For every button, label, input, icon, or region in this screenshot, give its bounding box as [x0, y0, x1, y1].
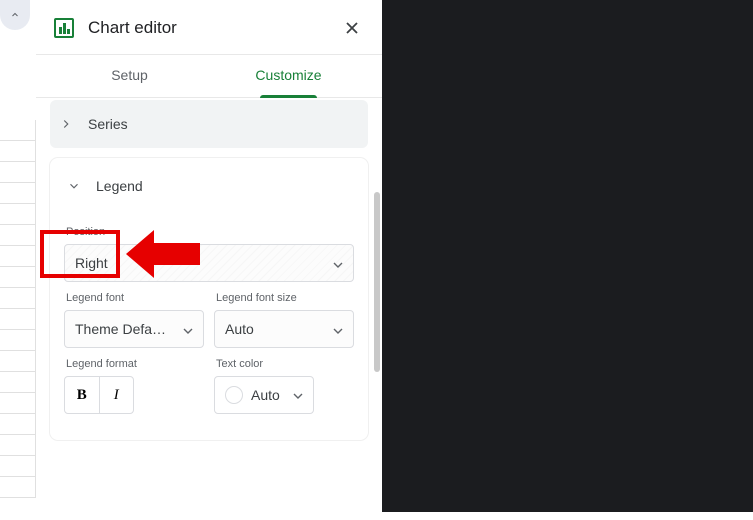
legend-font-dropdown[interactable]: Theme Defaul... [64, 310, 204, 348]
tab-customize[interactable]: Customize [209, 55, 368, 97]
close-button[interactable] [340, 16, 364, 40]
bold-button[interactable]: B [65, 377, 100, 413]
dark-background [382, 0, 753, 512]
chart-icon [54, 18, 74, 38]
format-buttons: B I [64, 376, 134, 414]
panel-title: Chart editor [88, 18, 340, 38]
dropdown-arrow-icon [293, 386, 303, 404]
tab-setup[interactable]: Setup [50, 55, 209, 97]
section-series-title: Series [88, 116, 128, 132]
legend-font-size-value: Auto [225, 321, 254, 337]
dropdown-arrow-icon [333, 321, 343, 337]
text-color-dropdown[interactable]: Auto [214, 376, 314, 414]
legend-font-label: Legend font [66, 292, 204, 304]
position-dropdown[interactable]: Right [64, 244, 354, 282]
dropdown-arrow-icon [333, 255, 343, 271]
legend-font-value: Theme Defaul... [75, 321, 169, 337]
text-color-label: Text color [216, 358, 354, 370]
position-value: Right [75, 255, 108, 271]
italic-button[interactable]: I [100, 377, 134, 413]
spreadsheet-grid-edge [0, 120, 36, 520]
legend-font-size-label: Legend font size [216, 292, 354, 304]
tabs: Setup Customize [36, 55, 382, 98]
section-legend-header[interactable]: Legend [58, 162, 360, 210]
chart-editor-panel: Chart editor Setup Customize Series Lege… [36, 0, 382, 512]
close-icon [344, 20, 360, 36]
scrollbar-thumb[interactable] [374, 192, 380, 372]
chevron-up-icon [9, 9, 21, 21]
section-series-header[interactable]: Series [50, 100, 368, 148]
chevron-down-icon [64, 176, 84, 196]
legend-font-size-dropdown[interactable]: Auto [214, 310, 354, 348]
collapse-button[interactable] [0, 0, 30, 30]
position-label: Position [66, 226, 354, 238]
scrollbar[interactable] [374, 192, 380, 472]
legend-format-label: Legend format [66, 358, 204, 370]
dropdown-arrow-icon [183, 321, 193, 337]
color-swatch [225, 386, 243, 404]
chevron-right-icon [56, 114, 76, 134]
text-color-value: Auto [251, 387, 280, 403]
section-legend-title: Legend [96, 178, 143, 194]
